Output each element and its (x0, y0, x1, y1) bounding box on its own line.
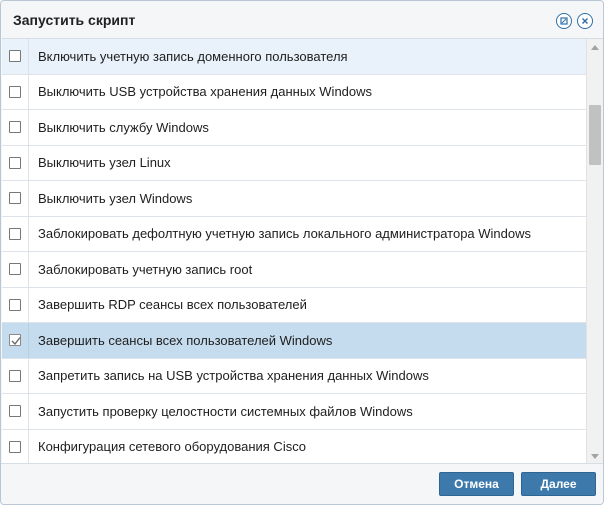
list-item-label: Выключить службу Windows (38, 119, 209, 135)
list-item-label: Заблокировать учетную запись root (38, 261, 253, 277)
checkbox[interactable] (9, 85, 21, 98)
list-item-label: Запретить запись на USB устройства хране… (38, 368, 429, 384)
list-item-label: Запустить проверку целостности системных… (38, 403, 413, 419)
run-script-dialog: Запустить скрипт Включить учетную запись… (0, 0, 604, 505)
checkbox-checked[interactable] (9, 334, 21, 347)
checkbox[interactable] (9, 192, 21, 205)
list-item-label: Выключить USB устройства хранения данных… (38, 84, 373, 100)
vertical-scrollbar[interactable] (586, 39, 603, 463)
checkbox-cell[interactable] (2, 323, 29, 358)
list-item-label: Выключить узел Linux (38, 155, 171, 171)
checkbox[interactable] (9, 121, 21, 134)
checkbox[interactable] (9, 50, 21, 63)
list-item-label: Включить учетную запись доменного пользо… (38, 48, 348, 64)
list-item[interactable]: Выключить USB устройства хранения данных… (2, 74, 586, 110)
checkbox-cell[interactable] (2, 145, 29, 180)
dialog-title: Запустить скрипт (13, 12, 136, 28)
list-item[interactable]: Завершить сеансы всех пользователей Wind… (2, 323, 586, 359)
list-item[interactable]: Выключить узел Linux (2, 145, 586, 181)
list-item[interactable]: Запустить проверку целостности системных… (2, 394, 586, 430)
checkbox-cell[interactable] (2, 394, 29, 429)
list-item-label: Завершить RDP сеансы всех пользователей (38, 297, 307, 313)
checkbox[interactable] (9, 440, 21, 453)
list-item[interactable]: Заблокировать учетную запись root (2, 252, 586, 288)
settings-circle-icon[interactable] (556, 13, 572, 29)
dialog-footer: Отмена Далее (1, 463, 603, 504)
checkbox-cell[interactable] (2, 74, 29, 109)
scroll-down-arrow-icon[interactable] (587, 448, 603, 463)
checkbox-cell[interactable] (2, 39, 29, 74)
checkbox-cell[interactable] (2, 287, 29, 322)
list-item[interactable]: Включить учетную запись доменного пользо… (2, 39, 586, 75)
checkbox-cell[interactable] (2, 181, 29, 216)
checkmark-icon (11, 337, 21, 346)
checkbox[interactable] (9, 405, 21, 418)
list-item-label: Заблокировать дефолтную учетную запись л… (38, 226, 531, 242)
list-item[interactable]: Заблокировать дефолтную учетную запись л… (2, 216, 586, 252)
list-item[interactable]: Выключить узел Windows (2, 181, 586, 217)
scroll-up-arrow-icon[interactable] (587, 39, 603, 55)
close-circle-icon[interactable] (577, 13, 593, 29)
script-list: Включить учетную запись доменного пользо… (2, 38, 603, 463)
list-item[interactable]: Запретить запись на USB устройства хране… (2, 358, 586, 394)
checkbox-cell[interactable] (2, 429, 29, 463)
list-item[interactable]: Конфигурация сетевого оборудования Cisco (2, 429, 586, 463)
list-item[interactable]: Завершить RDP сеансы всех пользователей (2, 287, 586, 323)
list-item-label: Выключить узел Windows (38, 190, 193, 206)
checkbox[interactable] (9, 227, 21, 240)
checkbox-cell[interactable] (2, 358, 29, 393)
checkbox-cell[interactable] (2, 110, 29, 145)
scroll-thumb[interactable] (589, 105, 601, 165)
checkbox[interactable] (9, 369, 21, 382)
next-button[interactable]: Далее (521, 472, 596, 496)
cancel-button[interactable]: Отмена (439, 472, 514, 496)
list-item-label: Конфигурация сетевого оборудования Cisco (38, 439, 306, 455)
checkbox-cell[interactable] (2, 216, 29, 251)
dialog-titlebar: Запустить скрипт (1, 1, 603, 38)
checkbox[interactable] (9, 298, 21, 311)
list-item[interactable]: Выключить службу Windows (2, 110, 586, 146)
checkbox[interactable] (9, 156, 21, 169)
checkbox-cell[interactable] (2, 252, 29, 287)
list-item-label: Завершить сеансы всех пользователей Wind… (38, 332, 333, 348)
checkbox[interactable] (9, 263, 21, 276)
